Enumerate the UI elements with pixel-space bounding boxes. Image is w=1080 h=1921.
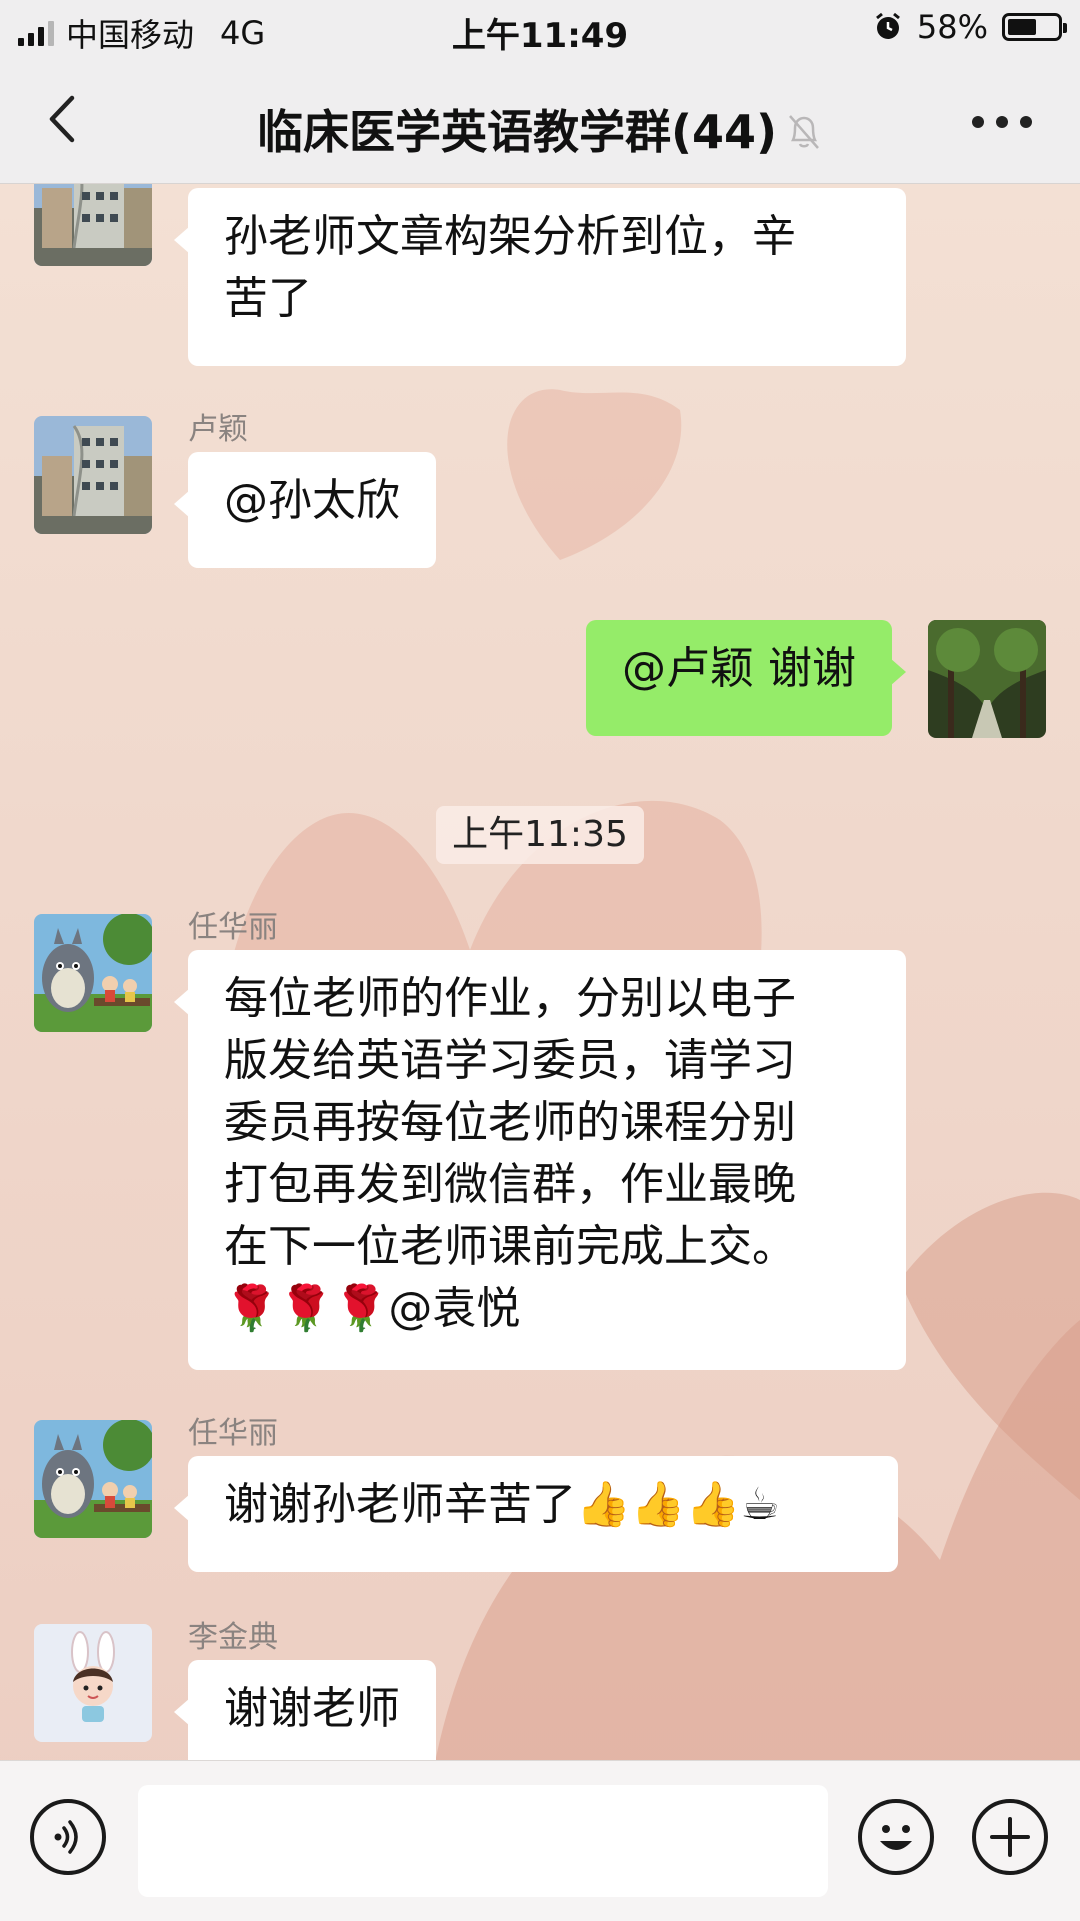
status-right: 58% bbox=[873, 8, 1067, 46]
message-bubble[interactable]: 每位老师的作业，分别以电子 版发给英语学习委员，请学习 委员再按每位老师的课程分… bbox=[174, 950, 906, 1370]
status-bar: 中国移动 4G 上午11:49 58% bbox=[0, 0, 1080, 58]
group-title-text: 临床医学英语教学群(44) bbox=[256, 105, 778, 159]
group-title: 临床医学英语教学群(44) bbox=[0, 96, 1080, 162]
alarm-icon bbox=[875, 12, 900, 39]
avatar-totoro[interactable] bbox=[34, 914, 152, 1032]
chat-screen: 中国移动 4G 上午11:49 58% 临床医学英语教学群(44) 孙老师文章构… bbox=[0, 0, 1080, 1921]
avatar-self[interactable] bbox=[928, 620, 1046, 738]
sender-name: 任华丽 bbox=[188, 910, 278, 945]
emoji-icon[interactable] bbox=[858, 1799, 934, 1875]
sender-name: 卢颖 bbox=[188, 412, 248, 447]
self-message-bubble[interactable]: @卢颖 谢谢 bbox=[586, 620, 906, 736]
sender-name: 李金典 bbox=[188, 1620, 278, 1655]
input-bar bbox=[0, 1760, 1080, 1921]
message-list: 孙老师文章构架分析到位，辛 苦了 卢颖 @孙太欣 @卢颖 谢谢 上午11:35 … bbox=[0, 184, 1080, 1760]
more-dots-icon[interactable] bbox=[972, 116, 1032, 128]
battery-icon bbox=[1002, 13, 1067, 41]
message-input[interactable] bbox=[138, 1785, 828, 1897]
avatar-building[interactable] bbox=[34, 416, 152, 534]
avatar-building[interactable] bbox=[34, 184, 152, 266]
sender-name: 任华丽 bbox=[188, 1416, 278, 1451]
bell-muted-icon bbox=[789, 115, 819, 149]
message-bubble[interactable]: 谢谢老师 bbox=[174, 1660, 436, 1760]
avatar-totoro[interactable] bbox=[34, 1420, 152, 1538]
battery-percent: 58% bbox=[916, 8, 988, 46]
nav-bar: 临床医学英语教学群(44) bbox=[0, 58, 1080, 184]
plus-icon[interactable] bbox=[972, 1799, 1048, 1875]
avatar-bunny[interactable] bbox=[34, 1624, 152, 1742]
timestamp-pill: 上午11:35 bbox=[436, 806, 644, 864]
message-bubble[interactable]: @孙太欣 bbox=[174, 452, 436, 568]
voice-icon[interactable] bbox=[30, 1799, 106, 1875]
message-bubble[interactable]: 谢谢孙老师辛苦了👍👍👍☕ bbox=[174, 1456, 898, 1572]
message-bubble[interactable]: 孙老师文章构架分析到位，辛 苦了 bbox=[174, 188, 906, 366]
